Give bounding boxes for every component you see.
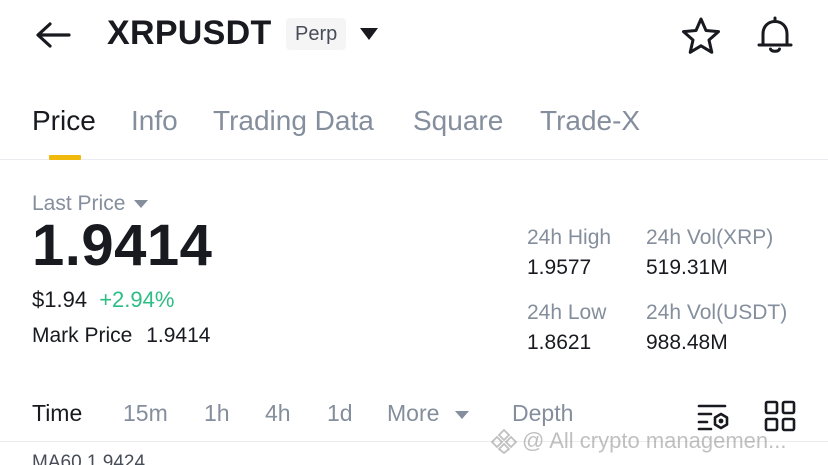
stat-label: 24h Vol(USDT) bbox=[646, 301, 788, 324]
interval-15m[interactable]: 15m bbox=[123, 400, 168, 427]
stat-24h-vol-xrp: 24h Vol(XRP) 519.31M bbox=[646, 226, 773, 280]
top-header: XRPUSDT Perp bbox=[0, 0, 828, 72]
symbol-title[interactable]: XRPUSDT bbox=[107, 14, 272, 53]
binance-logo-icon bbox=[490, 428, 518, 454]
tab-price[interactable]: Price bbox=[32, 105, 96, 137]
ma60-indicator: MA60 1.9424 bbox=[32, 452, 146, 465]
tab-depth[interactable]: Depth bbox=[512, 400, 573, 427]
interval-1d[interactable]: 1d bbox=[327, 400, 353, 427]
interval-4h[interactable]: 4h bbox=[265, 400, 291, 427]
mark-price-value: 1.9414 bbox=[146, 324, 211, 347]
favorite-button[interactable] bbox=[680, 16, 722, 56]
back-arrow-icon bbox=[36, 22, 71, 48]
tab-info[interactable]: Info bbox=[131, 105, 178, 137]
stat-value: 519.31M bbox=[646, 256, 728, 279]
interval-more[interactable]: More bbox=[387, 400, 470, 427]
tab-square[interactable]: Square bbox=[413, 105, 503, 137]
tab-trade-x[interactable]: Trade-X bbox=[540, 105, 640, 137]
usd-price: $1.94 bbox=[32, 287, 88, 312]
star-icon bbox=[682, 17, 720, 54]
stat-value: 1.8621 bbox=[527, 331, 592, 354]
interval-time[interactable]: Time bbox=[32, 400, 82, 427]
mark-price-label: Mark Price bbox=[32, 324, 133, 347]
watermark: @ All crypto managemen... bbox=[490, 428, 786, 454]
stat-label: 24h High bbox=[527, 226, 612, 249]
active-tab-indicator bbox=[49, 155, 81, 160]
alert-button[interactable] bbox=[754, 14, 796, 56]
symbol-dropdown-button[interactable] bbox=[358, 25, 380, 43]
tab-bar: Price Info Trading Data Square Trade-X bbox=[0, 88, 828, 160]
usd-price-row: $1.94 +2.94% bbox=[32, 287, 174, 313]
stat-24h-low: 24h Low 1.8621 bbox=[527, 301, 606, 355]
stat-label: 24h Low bbox=[527, 301, 607, 324]
caret-down-icon bbox=[360, 28, 378, 40]
caret-down-icon bbox=[454, 410, 469, 419]
mark-price-row: Mark Price 1.9414 bbox=[32, 324, 210, 348]
stat-label: 24h Vol(XRP) bbox=[646, 226, 774, 249]
last-price-value: 1.9414 bbox=[32, 213, 213, 278]
interval-1h[interactable]: 1h bbox=[204, 400, 230, 427]
bell-icon bbox=[757, 16, 793, 53]
stat-value: 988.48M bbox=[646, 331, 728, 354]
stat-value: 1.9577 bbox=[527, 256, 592, 279]
stat-24h-vol-usdt: 24h Vol(USDT) 988.48M bbox=[646, 301, 787, 355]
price-change-percent: +2.94% bbox=[99, 287, 175, 312]
caret-down-icon bbox=[134, 200, 149, 208]
interval-more-label: More bbox=[387, 400, 440, 426]
back-button[interactable] bbox=[34, 18, 72, 52]
watermark-text: @ All crypto managemen... bbox=[522, 428, 787, 453]
stat-24h-high: 24h High 1.9577 bbox=[527, 226, 611, 280]
tab-trading-data[interactable]: Trading Data bbox=[213, 105, 374, 137]
perp-badge: Perp bbox=[286, 18, 347, 50]
